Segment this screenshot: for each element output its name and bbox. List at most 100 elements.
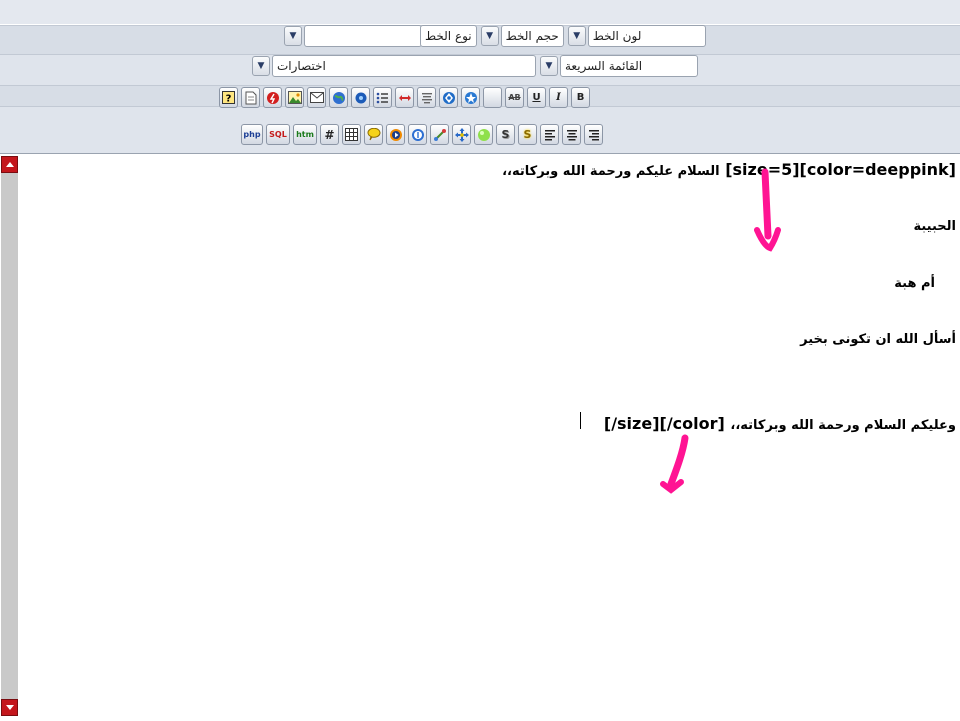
link-button[interactable] xyxy=(430,124,449,145)
font-size-select[interactable]: ▼ حجم الخط xyxy=(480,25,564,47)
web-icon xyxy=(332,91,345,104)
text-caret xyxy=(580,412,581,429)
link-icon xyxy=(433,128,446,141)
page-button[interactable] xyxy=(241,87,260,108)
italic-icon: I xyxy=(556,92,561,103)
table-button[interactable] xyxy=(342,124,361,145)
editor-line-4: أسأل الله ان تكونى بخير xyxy=(800,332,956,347)
info-button[interactable] xyxy=(408,124,427,145)
toolbar-band xyxy=(0,0,960,25)
image-icon xyxy=(287,91,302,104)
info-icon xyxy=(411,128,424,141)
arrow-down-icon xyxy=(5,705,14,710)
chevron-down-icon[interactable]: ▼ xyxy=(567,26,586,46)
underline-button[interactable]: U xyxy=(527,87,546,108)
email-icon xyxy=(309,92,324,103)
move-icon xyxy=(398,94,411,101)
image-button[interactable] xyxy=(285,87,304,108)
help-button[interactable]: ? xyxy=(219,87,238,108)
annotation-arrow-up-icon xyxy=(660,434,689,494)
web-button[interactable] xyxy=(329,87,348,108)
list-icon xyxy=(376,92,388,103)
media-button[interactable] xyxy=(351,87,370,108)
scroll-down-button[interactable] xyxy=(1,699,18,716)
hash-icon: # xyxy=(324,127,335,142)
font-type-select[interactable]: ▼ نوع الخط xyxy=(284,25,477,47)
move-arrows-icon xyxy=(454,127,469,142)
quick-menu-select[interactable]: ▼ القائمة السريعة xyxy=(540,55,698,77)
arrow-up-icon xyxy=(5,162,14,167)
font-color-value[interactable]: لون الخط xyxy=(587,25,706,47)
bold-icon: B xyxy=(576,92,585,103)
diamond-button[interactable] xyxy=(439,87,458,108)
font-color-select[interactable]: ▼ لون الخط xyxy=(567,25,706,47)
hash-button[interactable]: # xyxy=(320,124,339,145)
font-controls-row: ▼ نوع الخط ▼ حجم الخط ▼ لون الخط xyxy=(280,25,706,47)
sparkle-button[interactable] xyxy=(461,87,480,108)
flash-icon xyxy=(266,91,279,104)
html-icon: htm xyxy=(296,130,314,139)
reply-text: وعليكم السلام ورحمة الله وبركاته،، xyxy=(730,418,956,433)
shadow-button[interactable]: S xyxy=(496,124,515,145)
play-button[interactable] xyxy=(386,124,405,145)
email-button[interactable] xyxy=(307,87,326,108)
flash-button[interactable] xyxy=(263,87,282,108)
align-left-button[interactable] xyxy=(540,124,559,145)
list-button[interactable] xyxy=(373,87,392,108)
shortcuts-select[interactable]: ▼ اختصارات xyxy=(252,55,536,77)
page-icon xyxy=(245,91,256,104)
align-button[interactable] xyxy=(417,87,436,108)
editor-line-2: الحبيبة xyxy=(913,219,956,234)
font-size-label: حجم الخط xyxy=(500,25,564,47)
editor-line-5: [/size][/color] وعليكم السلام ورحمة الله… xyxy=(604,414,956,433)
align-left-icon xyxy=(544,129,555,140)
sql-button[interactable]: SQL xyxy=(266,124,290,145)
bbcode-close-tags: [/size][/color] xyxy=(603,414,725,433)
sql-icon: SQL xyxy=(269,130,287,139)
underline-icon: U xyxy=(532,92,541,103)
bubble-button[interactable] xyxy=(474,124,493,145)
chevron-down-icon[interactable]: ▼ xyxy=(540,56,558,76)
italic-button[interactable]: I xyxy=(549,87,568,108)
strikethrough-button[interactable]: AB xyxy=(505,87,524,108)
align-icon xyxy=(421,92,432,103)
move-button[interactable] xyxy=(395,87,414,108)
chevron-down-icon[interactable]: ▼ xyxy=(284,26,302,46)
bubble-icon xyxy=(477,128,490,141)
bold-button[interactable]: B xyxy=(571,87,590,108)
editor-line-3: أم هبة xyxy=(894,276,935,291)
quick-menu-value[interactable]: القائمة السريعة xyxy=(560,55,698,77)
move-arrows-button[interactable] xyxy=(452,124,471,145)
svg-text:?: ? xyxy=(226,94,232,105)
glow-button[interactable]: S xyxy=(518,124,537,145)
sparkle-icon xyxy=(464,91,477,104)
shadow-icon: S xyxy=(501,128,510,141)
format-buttons-row: ? AB U I B xyxy=(219,87,593,108)
font-type-value[interactable] xyxy=(304,25,422,47)
code-buttons-row: php SQL htm # S S xyxy=(241,124,606,145)
strikethrough-icon: AB xyxy=(508,93,521,102)
align-center-button[interactable] xyxy=(562,124,581,145)
php-button[interactable]: php xyxy=(241,124,263,145)
greeting-text: السلام عليكم ورحمة الله وبركاته،، xyxy=(502,164,720,179)
annotation-arrow-down-icon xyxy=(754,168,781,252)
help-icon: ? xyxy=(222,91,235,104)
blank-button[interactable] xyxy=(483,87,502,108)
align-right-icon xyxy=(588,129,599,140)
chevron-down-icon[interactable]: ▼ xyxy=(252,56,270,76)
scroll-up-button[interactable] xyxy=(1,156,18,173)
play-icon xyxy=(389,128,402,141)
vertical-scrollbar[interactable] xyxy=(1,156,18,716)
php-icon: php xyxy=(243,130,261,139)
chevron-down-icon[interactable]: ▼ xyxy=(480,26,499,46)
html-button[interactable]: htm xyxy=(293,124,317,145)
quote-button[interactable] xyxy=(364,124,383,145)
message-textarea[interactable] xyxy=(0,153,960,721)
align-right-button[interactable] xyxy=(584,124,603,145)
editor-line-1: السلام عليكم ورحمة الله وبركاته،، [size=… xyxy=(502,160,956,179)
diamond-icon xyxy=(442,91,455,104)
media-icon xyxy=(355,92,366,103)
shortcuts-value[interactable]: اختصارات xyxy=(272,55,536,77)
font-type-label: نوع الخط xyxy=(420,25,477,47)
menus-row: ▼ اختصارات ▼ القائمة السريعة xyxy=(248,55,698,77)
